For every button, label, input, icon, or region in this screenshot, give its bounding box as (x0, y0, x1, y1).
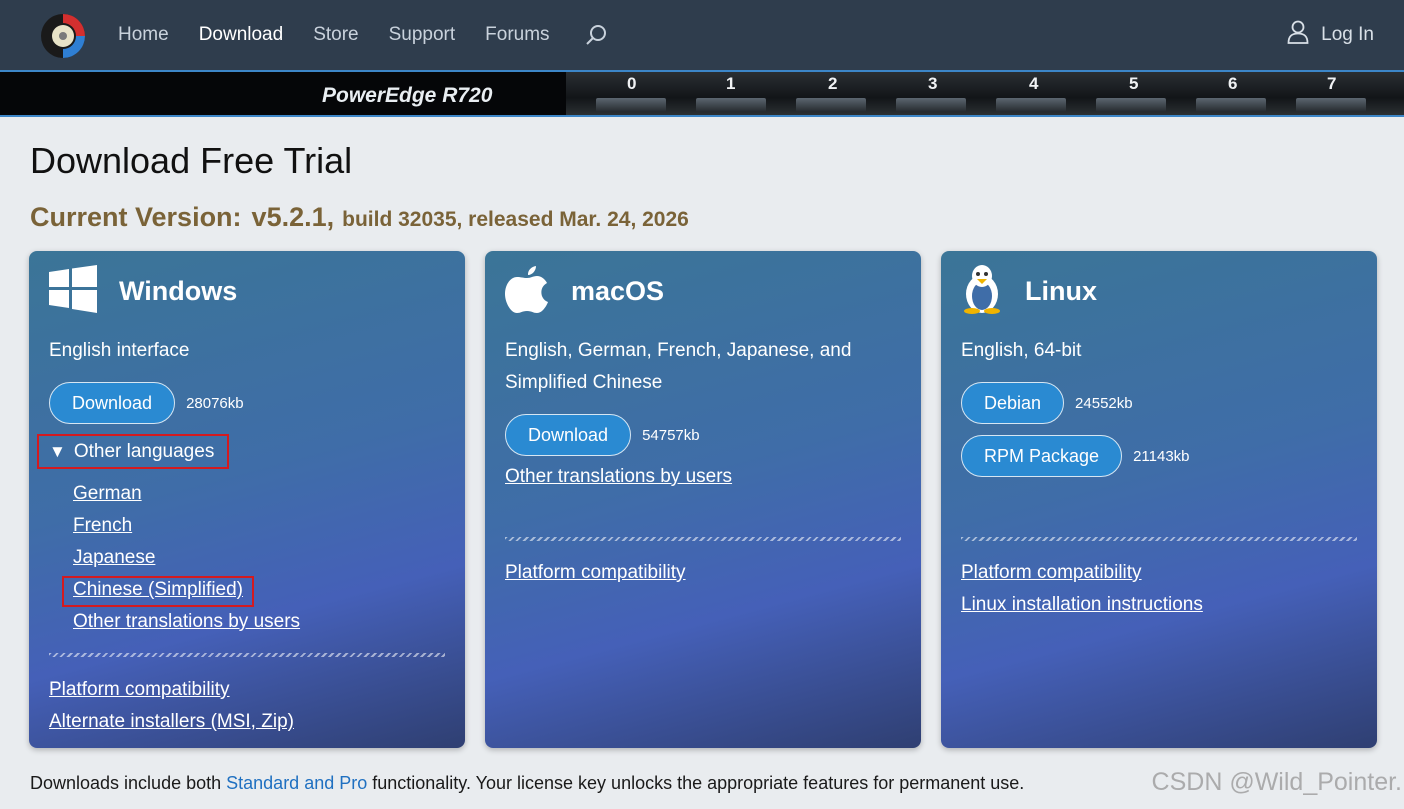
banner-model-label: PowerEdge R720 (322, 84, 493, 107)
standard-pro-link[interactable]: Standard and Pro (226, 773, 367, 793)
footer-note: Downloads include both Standard and Pro … (30, 773, 1024, 794)
other-languages-toggle[interactable]: ▼ Other languages (37, 434, 229, 469)
macos-download-button[interactable]: Download (505, 414, 632, 456)
windows-download-button[interactable]: Download (49, 382, 176, 424)
apple-icon (505, 265, 549, 318)
watermark: CSDN @Wild_Pointer. (1151, 768, 1402, 796)
macos-title: macOS (571, 275, 665, 306)
search-icon[interactable] (584, 23, 608, 47)
windows-icon (49, 264, 97, 318)
bay-slot (796, 98, 866, 112)
windows-download-row: Download 28076kb (49, 382, 244, 424)
bay-slot (696, 98, 766, 112)
lang-link-german[interactable]: German (73, 483, 142, 505)
other-languages-label: Other languages (73, 440, 215, 462)
windows-card: Windows English interface Download 28076… (29, 251, 465, 748)
bay-slot (896, 98, 966, 112)
nav-home[interactable]: Home (118, 24, 169, 46)
lang-link-chinese-simplified[interactable]: Chinese (Simplified) (73, 579, 243, 601)
macos-card-header: macOS (505, 261, 664, 321)
nav-forums[interactable]: Forums (485, 24, 549, 46)
footer-prefix: Downloads include both (30, 773, 227, 793)
nav-links: Home Download Store Support Forums (118, 0, 608, 70)
nav-download[interactable]: Download (199, 24, 284, 46)
footer-suffix: functionality. Your license key unlocks … (367, 773, 1025, 793)
linux-debian-row: Debian 24552kb (961, 382, 1133, 424)
windows-alt-installers-link[interactable]: Alternate installers (MSI, Zip) (49, 711, 294, 733)
macos-card: macOS English, German, French, Japanese,… (485, 251, 921, 748)
linux-description: English, 64-bit (961, 340, 1082, 361)
server-banner-image: PowerEdge R720 0 1 2 3 4 5 6 7 (0, 70, 1404, 117)
linux-platform-link[interactable]: Platform compatibility (961, 562, 1142, 584)
linux-card: Linux English, 64-bit Debian 24552kb RPM… (941, 251, 1377, 748)
macos-other-translations-link[interactable]: Other translations by users (505, 466, 732, 488)
windows-description: English interface (49, 340, 190, 361)
bay-number: 1 (726, 74, 736, 93)
bay-number: 3 (928, 74, 938, 93)
linux-rpm-row: RPM Package 21143kb (961, 435, 1190, 477)
bay-number: 7 (1327, 74, 1337, 93)
triangle-down-icon: ▼ (49, 441, 66, 461)
bay-slot (1096, 98, 1166, 112)
rpm-download-size: 21143kb (1133, 447, 1190, 465)
macos-download-size: 54757kb (642, 426, 700, 444)
card-divider (49, 653, 445, 657)
windows-title: Windows (119, 275, 238, 306)
nav-support[interactable]: Support (389, 24, 456, 46)
version-build: build 32035, released Mar. 24, 2026 (342, 208, 689, 231)
version-label: Current Version: (30, 202, 242, 232)
current-version: Current Version: v5.2.1, build 32035, rele… (30, 202, 689, 233)
bay-slot (596, 98, 666, 112)
lang-link-japanese[interactable]: Japanese (73, 547, 155, 569)
bay-slot (1196, 98, 1266, 112)
windows-download-size: 28076kb (186, 394, 244, 412)
rpm-download-button[interactable]: RPM Package (961, 435, 1123, 477)
drive-bays: 0 1 2 3 4 5 6 7 (566, 72, 1404, 115)
linux-install-instructions-link[interactable]: Linux installation instructions (961, 594, 1203, 616)
lang-link-other-translations[interactable]: Other translations by users (73, 611, 300, 633)
bay-slot (1296, 98, 1366, 112)
lang-link-french[interactable]: French (73, 515, 132, 537)
debian-download-size: 24552kb (1075, 394, 1133, 412)
login-button[interactable]: Log In (1287, 0, 1374, 70)
linux-title: Linux (1025, 275, 1097, 306)
nav-store[interactable]: Store (313, 24, 358, 46)
linux-penguin-icon (961, 264, 1003, 319)
bay-number: 5 (1129, 74, 1139, 93)
user-icon (1287, 20, 1321, 50)
bay-number: 6 (1228, 74, 1238, 93)
debian-download-button[interactable]: Debian (961, 382, 1065, 424)
bay-number: 4 (1029, 74, 1039, 93)
bay-number: 0 (627, 74, 637, 93)
windows-platform-link[interactable]: Platform compatibility (49, 679, 230, 701)
top-navbar: Home Download Store Support Forums Log I… (0, 0, 1404, 70)
app-logo-icon[interactable] (38, 11, 88, 61)
page-title: Download Free Trial (30, 140, 353, 181)
macos-description: English, German, French, Japanese, and S… (505, 340, 852, 393)
card-divider (505, 537, 901, 541)
macos-platform-link[interactable]: Platform compatibility (505, 562, 686, 584)
macos-download-row: Download 54757kb (505, 414, 700, 456)
linux-card-header: Linux (961, 261, 1097, 321)
card-divider (961, 537, 1357, 541)
version-number: v5.2.1, (251, 202, 335, 232)
windows-card-header: Windows (49, 261, 237, 321)
login-label: Log In (1321, 24, 1374, 45)
bay-number: 2 (828, 74, 838, 93)
bay-slot (996, 98, 1066, 112)
